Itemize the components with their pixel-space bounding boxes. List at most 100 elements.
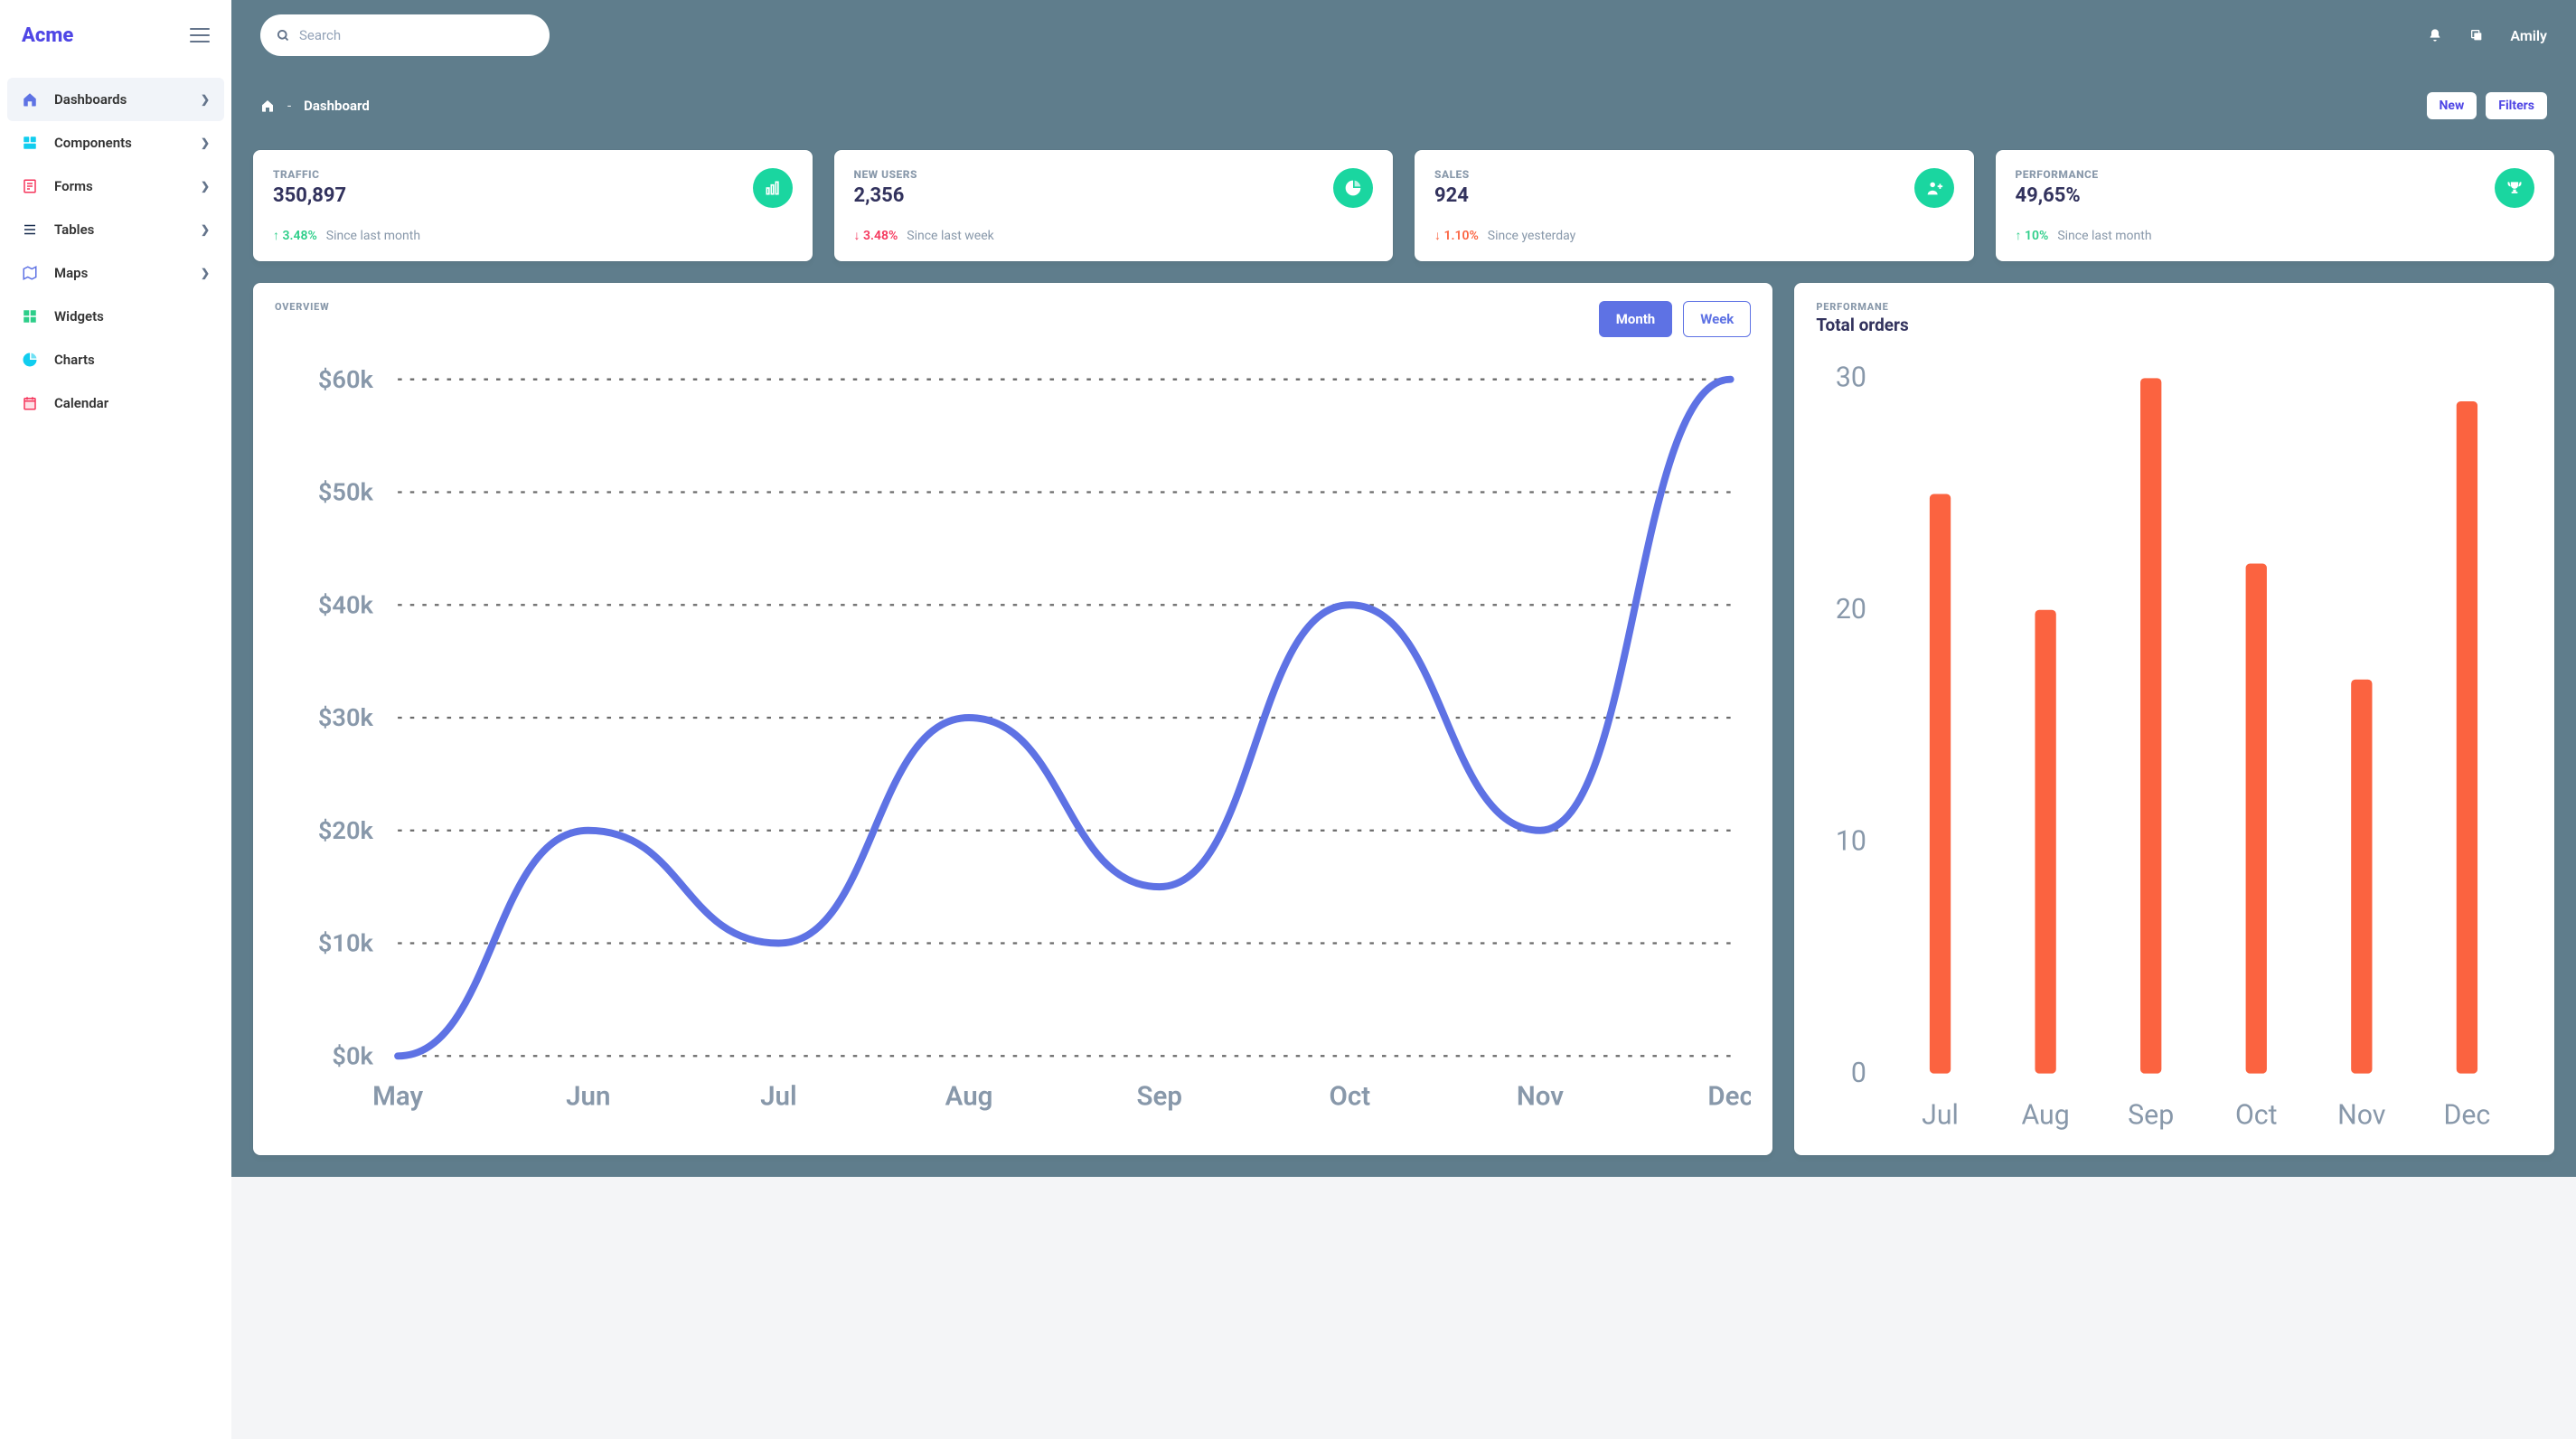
stat-value: 350,897 bbox=[273, 184, 346, 207]
orders-bar-chart: 0102030JulAugSepOctNovDec bbox=[1816, 357, 2533, 1137]
overview-overline: OVERVIEW bbox=[275, 301, 330, 313]
maps-icon bbox=[22, 265, 38, 281]
stat-since: Since last month bbox=[2057, 229, 2151, 243]
hamburger-icon[interactable] bbox=[190, 28, 210, 42]
overview-line-chart: $0k$10k$20k$30k$40k$50k$60kMayJunJulAugS… bbox=[275, 359, 1751, 1117]
topbar: Amily bbox=[231, 0, 2576, 71]
calendar-icon bbox=[22, 395, 38, 411]
sidebar-item-label: Tables bbox=[54, 221, 94, 238]
svg-text:$40k: $40k bbox=[318, 590, 374, 619]
svg-text:Aug: Aug bbox=[945, 1082, 993, 1113]
sidebar-item-label: Widgets bbox=[54, 308, 104, 324]
stat-value: 49,65% bbox=[2016, 184, 2099, 207]
svg-text:20: 20 bbox=[1836, 594, 1866, 625]
stat-since: Since last week bbox=[907, 229, 993, 243]
main: Amily - Dashboard New Filters bbox=[231, 0, 2576, 1439]
sidebar-item-label: Forms bbox=[54, 178, 93, 194]
chevron-right-icon: ❯ bbox=[201, 136, 210, 149]
sidebar-item-widgets[interactable]: Widgets bbox=[7, 295, 224, 338]
svg-text:Oct: Oct bbox=[1330, 1082, 1371, 1113]
tables-icon bbox=[22, 221, 38, 238]
stat-delta: ↓ 3.48% bbox=[854, 228, 898, 243]
sidebar-nav: Dashboards ❯ Components ❯ Forms ❯ Tables… bbox=[0, 71, 231, 432]
svg-text:Dec: Dec bbox=[2444, 1100, 2491, 1132]
svg-text:$60k: $60k bbox=[318, 365, 374, 394]
stat-label: NEW USERS bbox=[854, 168, 917, 181]
sidebar-item-label: Components bbox=[54, 135, 132, 151]
stat-label: PERFORMANCE bbox=[2016, 168, 2099, 181]
overview-segments: Month Week bbox=[1599, 301, 1752, 337]
chart-panels: OVERVIEW Month Week $0k $10k $20k $30k $40k $… bbox=[231, 261, 2576, 1177]
sidebar-item-dashboards[interactable]: Dashboards ❯ bbox=[7, 78, 224, 121]
home-icon bbox=[22, 91, 38, 108]
svg-text:$10k: $10k bbox=[318, 929, 374, 958]
chevron-right-icon: ❯ bbox=[201, 223, 210, 236]
svg-text:Oct: Oct bbox=[2235, 1100, 2278, 1132]
stat-since: Since yesterday bbox=[1488, 229, 1576, 243]
svg-text:10: 10 bbox=[1836, 826, 1866, 858]
stat-card-traffic: TRAFFIC 350,897 ↑ 3.48% Since last month bbox=[253, 150, 813, 261]
hero-section: Amily - Dashboard New Filters bbox=[231, 0, 2576, 1177]
svg-text:Nov: Nov bbox=[1517, 1082, 1564, 1113]
stat-card-sales: SALES 924 ↓ 1.10% Since yesterday bbox=[1415, 150, 1974, 261]
overview-panel: OVERVIEW Month Week $0k $10k $20k $30k $40k $… bbox=[253, 283, 1772, 1155]
sidebar-item-calendar[interactable]: Calendar bbox=[7, 381, 224, 425]
forms-icon bbox=[22, 178, 38, 194]
sidebar-item-maps[interactable]: Maps ❯ bbox=[7, 251, 224, 295]
sidebar-item-label: Dashboards bbox=[54, 91, 127, 108]
breadcrumb: - Dashboard bbox=[260, 98, 370, 114]
chevron-right-icon: ❯ bbox=[201, 180, 210, 193]
breadcrumb-sep: - bbox=[287, 98, 291, 114]
search-box[interactable] bbox=[260, 14, 550, 56]
chevron-right-icon: ❯ bbox=[201, 267, 210, 279]
stat-delta: ↓ 1.10% bbox=[1434, 228, 1479, 243]
bar-chart-icon bbox=[753, 168, 793, 208]
trophy-icon bbox=[2495, 168, 2534, 208]
segment-month[interactable]: Month bbox=[1599, 301, 1672, 337]
breadcrumb-current: Dashboard bbox=[304, 98, 370, 114]
sidebar-item-tables[interactable]: Tables ❯ bbox=[7, 208, 224, 251]
svg-text:$0k: $0k bbox=[332, 1041, 373, 1070]
new-button[interactable]: New bbox=[2427, 92, 2477, 119]
svg-text:30: 30 bbox=[1836, 362, 1866, 394]
segment-week[interactable]: Week bbox=[1683, 301, 1751, 337]
brand-logo[interactable]: Acme bbox=[22, 24, 73, 47]
stat-label: SALES bbox=[1434, 168, 1470, 181]
stat-since: Since last month bbox=[326, 229, 420, 243]
svg-text:$30k: $30k bbox=[318, 703, 374, 732]
svg-text:Dec: Dec bbox=[1707, 1082, 1751, 1113]
search-icon bbox=[277, 29, 290, 42]
svg-text:0: 0 bbox=[1851, 1058, 1866, 1089]
sidebar-item-label: Charts bbox=[54, 352, 95, 368]
svg-text:Nov: Nov bbox=[2337, 1100, 2386, 1132]
sidebar-item-charts[interactable]: Charts bbox=[7, 338, 224, 381]
sidebar-item-components[interactable]: Components ❯ bbox=[7, 121, 224, 165]
sidebar-item-label: Maps bbox=[54, 265, 88, 281]
sidebar: Acme Dashboards ❯ Components ❯ Forms ❯ T… bbox=[0, 0, 231, 1439]
filters-button[interactable]: Filters bbox=[2486, 92, 2547, 119]
stat-value: 2,356 bbox=[854, 184, 917, 207]
orders-title: Total orders bbox=[1816, 315, 2533, 335]
svg-text:Jun: Jun bbox=[566, 1082, 610, 1113]
user-name[interactable]: Amily bbox=[2510, 27, 2547, 44]
chevron-right-icon: ❯ bbox=[201, 93, 210, 106]
widgets-icon bbox=[22, 308, 38, 324]
svg-text:Sep: Sep bbox=[1136, 1082, 1181, 1113]
sidebar-item-label: Calendar bbox=[54, 395, 108, 411]
home-icon[interactable] bbox=[260, 99, 275, 113]
svg-text:$20k: $20k bbox=[318, 816, 374, 845]
stat-delta: ↑ 3.48% bbox=[273, 228, 317, 243]
stat-delta: ↑ 10% bbox=[2016, 228, 2049, 243]
stat-value: 924 bbox=[1434, 184, 1470, 207]
stat-card-new-users: NEW USERS 2,356 ↓ 3.48% Since last week bbox=[834, 150, 1394, 261]
bell-icon[interactable] bbox=[2427, 27, 2443, 43]
copy-icon[interactable] bbox=[2468, 27, 2485, 43]
svg-text:Sep: Sep bbox=[2128, 1100, 2174, 1132]
stat-cards: TRAFFIC 350,897 ↑ 3.48% Since last month… bbox=[231, 150, 2576, 261]
svg-text:Jul: Jul bbox=[760, 1082, 797, 1113]
svg-text:$50k: $50k bbox=[318, 478, 374, 507]
pie-chart-icon bbox=[1333, 168, 1373, 208]
sidebar-item-forms[interactable]: Forms ❯ bbox=[7, 165, 224, 208]
svg-text:Aug: Aug bbox=[2022, 1100, 2070, 1132]
search-input[interactable] bbox=[299, 27, 533, 43]
